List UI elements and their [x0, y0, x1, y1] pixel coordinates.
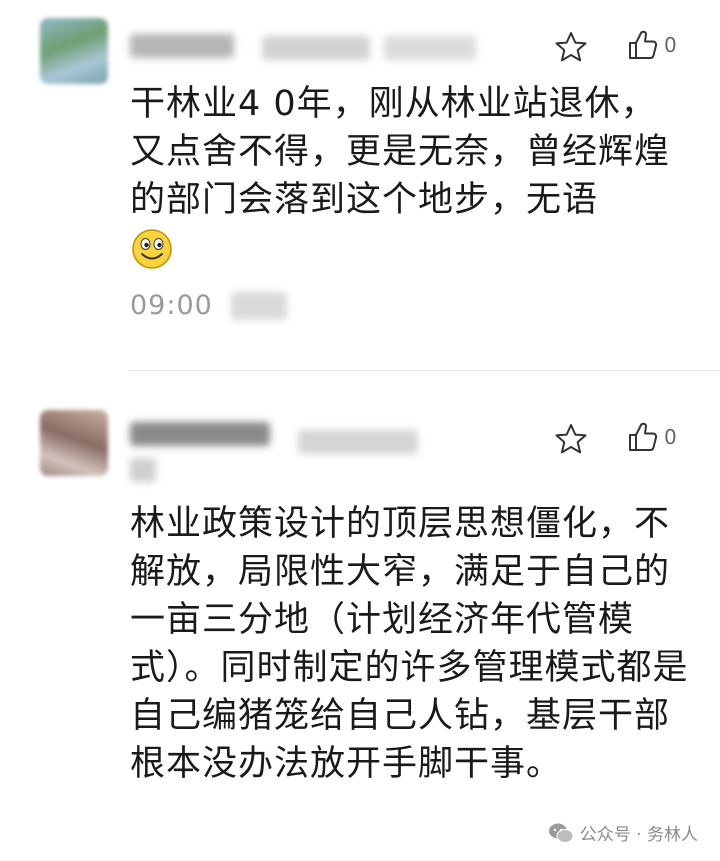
thumbs-up-icon [629, 30, 658, 59]
location-blurred [230, 291, 287, 320]
comment-1: 0 干林业4 0年，刚从林业站退休，又点舍不得，更是无奈，曾经辉煌的部门会落到这… [0, 0, 720, 370]
user-meta-blurred [384, 36, 476, 60]
username-blurred[interactable] [130, 34, 234, 58]
star-icon[interactable] [554, 422, 588, 456]
smile-emoji-icon [132, 229, 172, 269]
comment-text: 林业政策设计的顶层思想僵化，不解放，局限性大窄，满足于自己的一亩三分地（计划经济… [130, 504, 689, 784]
divider [128, 370, 720, 371]
comment-meta: 09:00 [130, 290, 287, 321]
watermark-text: 公众号 · 务林人 [579, 825, 698, 845]
username-blurred[interactable] [130, 422, 270, 446]
wechat-icon [548, 823, 574, 843]
thumbs-up-icon [629, 422, 658, 451]
watermark: 公众号 · 务林人 [548, 820, 698, 845]
user-meta-blurred [262, 36, 370, 60]
user-meta-blurred [130, 458, 156, 482]
comment-text: 干林业4 0年，刚从林业站退休，又点舍不得，更是无奈，曾经辉煌的部门会落到这个地… [130, 84, 671, 220]
star-icon[interactable] [554, 30, 588, 64]
user-meta-blurred [298, 430, 418, 454]
like-button[interactable]: 0 [626, 420, 677, 454]
like-count: 0 [664, 425, 677, 449]
comment-2: 0 林业政策设计的顶层思想僵化，不解放，局限性大窄，满足于自己的一亩三分地（计划… [0, 372, 720, 861]
avatar[interactable] [40, 410, 108, 476]
like-count: 0 [664, 33, 677, 57]
comment-time: 09:00 [130, 290, 213, 321]
like-button[interactable]: 0 [626, 28, 677, 62]
avatar[interactable] [40, 18, 108, 84]
